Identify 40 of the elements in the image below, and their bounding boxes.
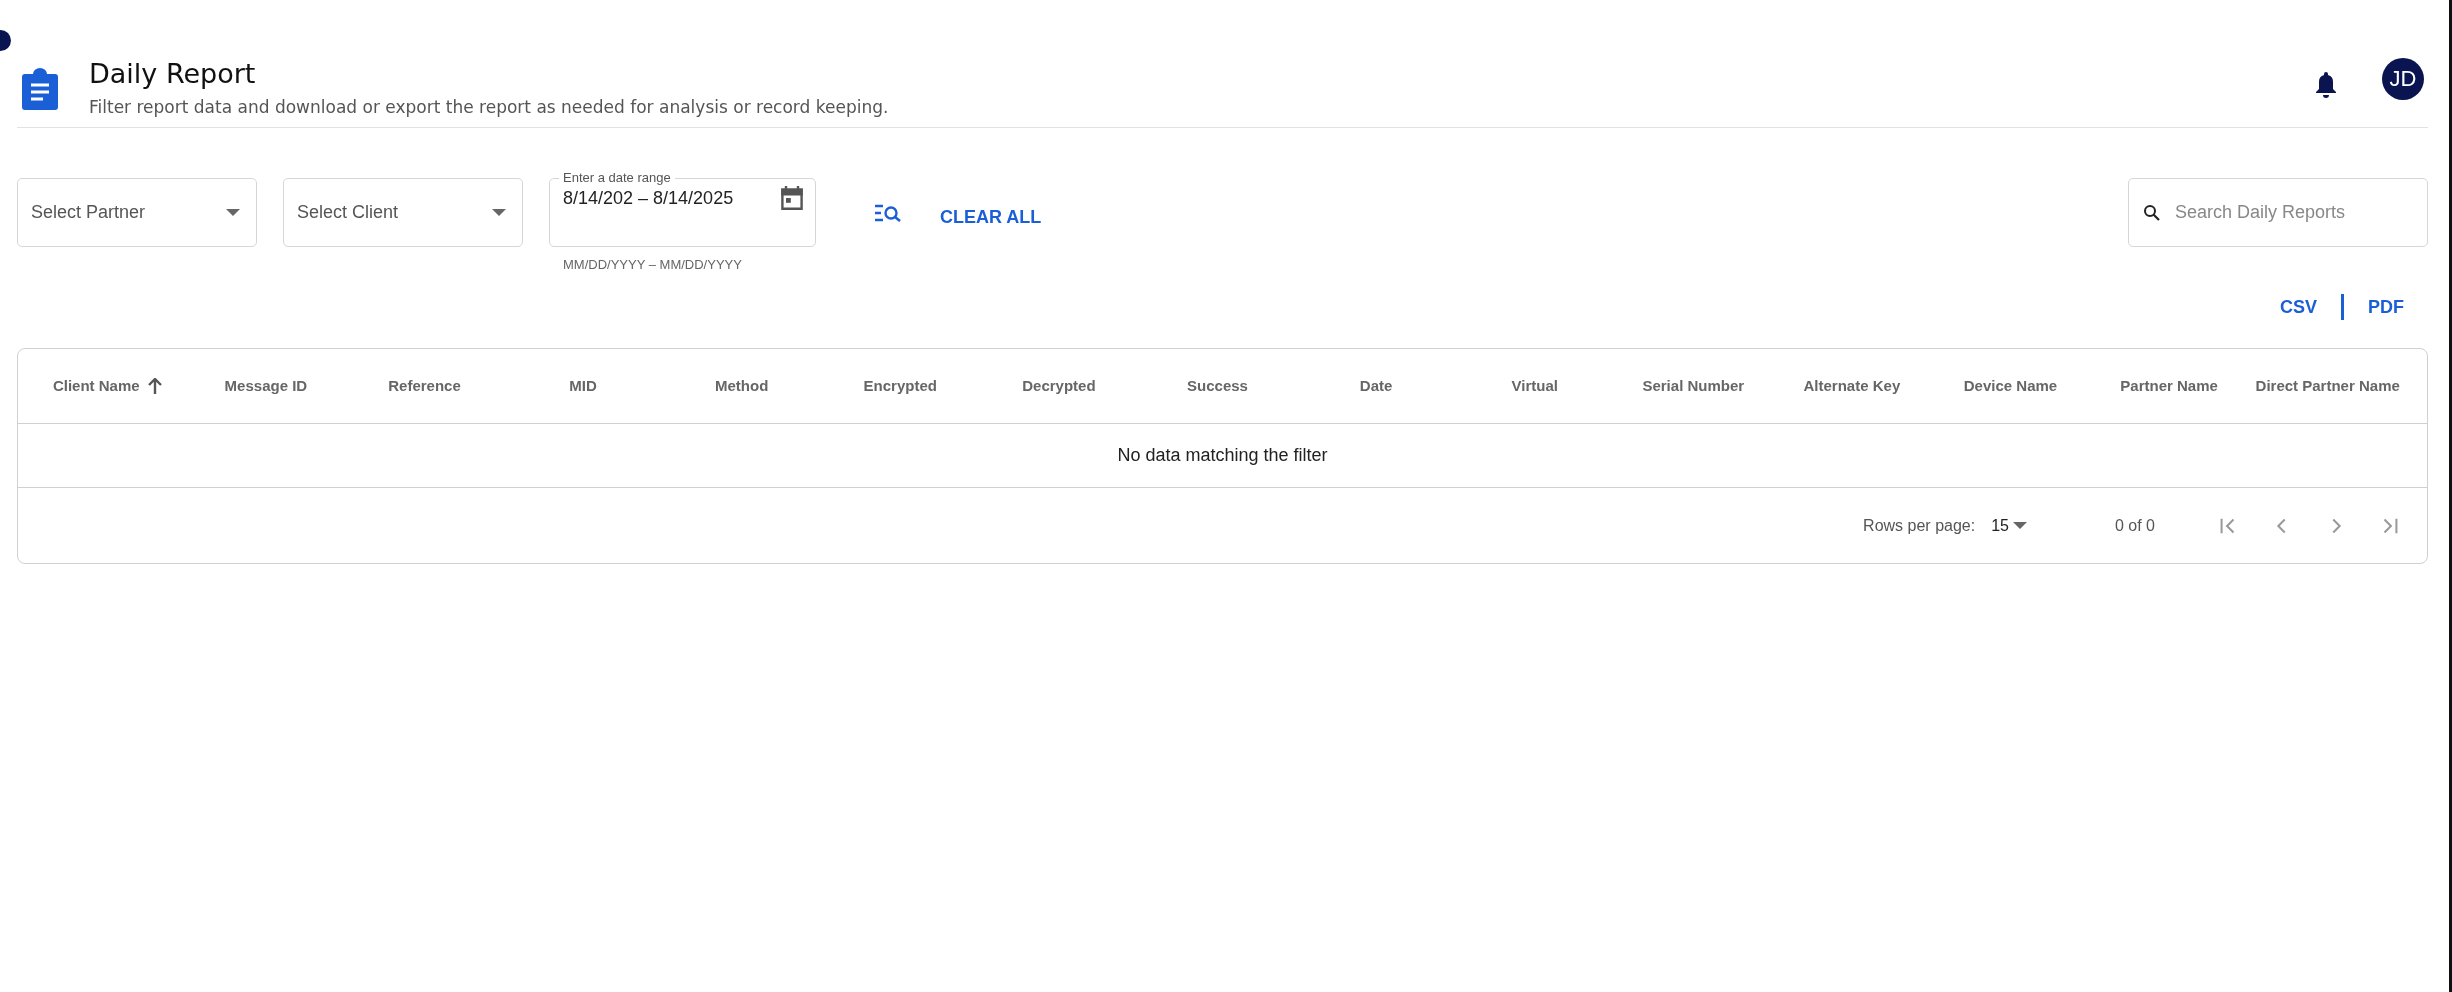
date-format-hint: MM/DD/YYYY – MM/DD/YYYY xyxy=(562,257,743,272)
export-button[interactable]: CSV xyxy=(2268,296,2329,318)
search-box[interactable]: Search Daily Reports xyxy=(2128,178,2428,247)
dropdown-caret-icon xyxy=(492,209,506,216)
dropdown-caret-icon xyxy=(2012,522,2027,529)
column-header[interactable]: Method xyxy=(662,374,821,398)
client-select[interactable]: Select Client xyxy=(283,178,523,247)
rows-per-page-select[interactable]: 15 xyxy=(1985,515,2033,536)
export-button[interactable]: PDF xyxy=(2356,296,2416,318)
column-header[interactable]: Direct Partner Name xyxy=(2248,374,2407,398)
column-header[interactable]: Client Name xyxy=(28,374,187,398)
column-header[interactable]: Serial Number xyxy=(1614,374,1773,398)
column-header[interactable]: Success xyxy=(1138,374,1297,398)
sort-arrow-icon[interactable] xyxy=(147,378,162,394)
calendar-icon[interactable] xyxy=(781,186,803,210)
date-range-field[interactable]: Enter a date range 8/14/202 – 8/14/2025 xyxy=(549,170,816,247)
column-header[interactable]: Reference xyxy=(345,374,504,398)
page-title: Daily Report xyxy=(89,58,257,89)
column-header[interactable]: Message ID xyxy=(186,374,346,398)
dropdown-caret-icon xyxy=(226,209,240,216)
user-avatar[interactable]: JD xyxy=(2382,58,2424,100)
column-header[interactable]: Decrypted xyxy=(979,374,1139,398)
column-header[interactable]: MID xyxy=(503,374,663,398)
page-subtitle: Filter report data and download or export the report as needed for analysis or record keeping. xyxy=(89,97,890,117)
column-header[interactable]: Virtual xyxy=(1455,374,1614,398)
rows-per-page-label: Rows per page: xyxy=(1863,516,1976,535)
bell-icon[interactable] xyxy=(2314,70,2338,98)
column-header[interactable]: Encrypted xyxy=(821,374,980,398)
page-range: 0 of 0 xyxy=(2114,516,2155,535)
column-header[interactable]: Alternate Key xyxy=(1772,374,1932,398)
date-range-value: 8/14/202 – 8/14/2025 xyxy=(563,187,734,209)
search-icon xyxy=(2143,203,2161,222)
partner-select[interactable]: Select Partner xyxy=(17,178,257,247)
clipboard-icon xyxy=(21,68,59,110)
column-header[interactable]: Date xyxy=(1296,374,1456,398)
column-header[interactable]: Device Name xyxy=(1931,374,2090,398)
empty-message: No data matching the filter xyxy=(18,424,2427,488)
date-range-label: Enter a date range xyxy=(562,170,672,186)
clear-all-button[interactable]: CLEAR ALL xyxy=(928,199,1054,236)
column-header[interactable]: Partner Name xyxy=(2089,374,2249,398)
